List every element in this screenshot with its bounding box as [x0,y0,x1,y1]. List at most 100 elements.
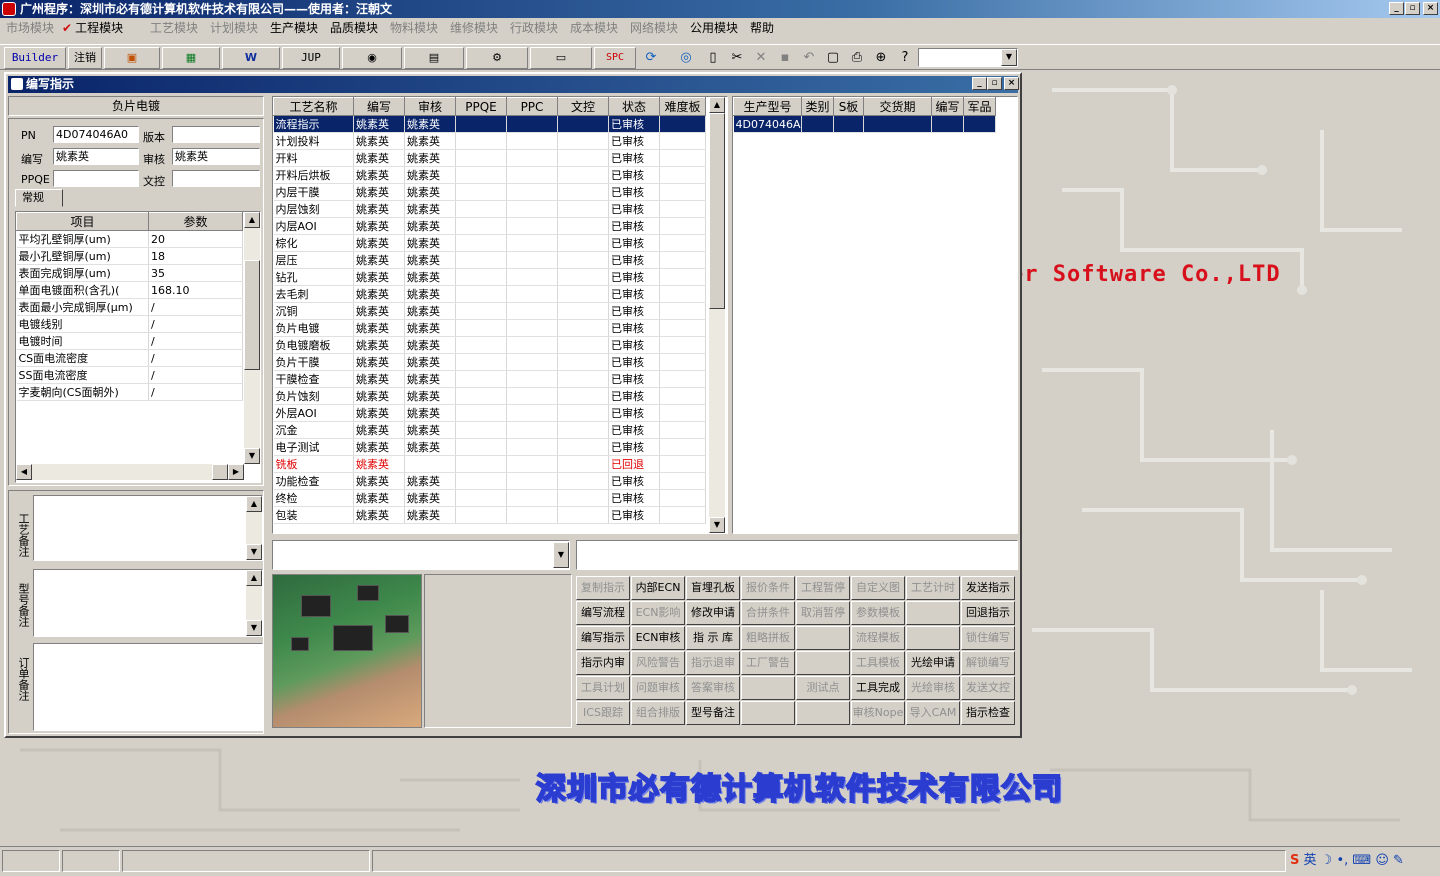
action-button-0-5[interactable]: 自定义图 [851,576,905,600]
excel-icon[interactable]: ▦ [162,47,220,69]
menu-item-5[interactable]: 品质模块 [330,20,378,36]
column-header[interactable]: 状态 [608,97,660,116]
table-row[interactable]: 功能检查 姚素英 姚素英 已审核 [273,472,706,490]
column-header[interactable]: 审核 [404,97,456,116]
action-button-2-5[interactable]: 流程模板 [851,626,905,650]
cut-icon[interactable]: ✂ [726,48,748,68]
table-row[interactable]: 表面最小完成铜厚(μm) / [16,298,243,316]
menu-item-6[interactable]: 物料模块 [390,20,438,36]
window-minimize-button[interactable]: _ [972,77,987,90]
menu-item-1[interactable]: ✔ 工程模块 [62,20,123,36]
scroll-down-icon[interactable]: ▼ [246,544,262,560]
table-row[interactable]: 棕化 姚素英 姚素英 已审核 [273,234,706,252]
action-button-0-6[interactable]: 工艺计时 [906,576,960,600]
action-button-4-1[interactable]: 问题审核 [631,676,685,700]
action-button-1-0[interactable]: 编写流程 [576,601,630,625]
chevron-down-icon[interactable]: ▼ [553,542,569,568]
scroll-up-icon[interactable]: ▲ [244,212,260,228]
writer-field[interactable]: 姚素英 [53,148,139,165]
table-row[interactable]: 字麦朝向(CS面朝外) / [16,383,243,401]
column-header[interactable]: 项目 [16,212,149,231]
action-button-3-5[interactable]: 工具模板 [851,651,905,675]
ime-tray[interactable]: S 英 ☽ •, ⌨ ☺ ✎ [1290,851,1438,871]
table-row[interactable]: 开料 姚素英 姚素英 已审核 [273,149,706,167]
action-button-4-5[interactable]: 工具完成 [851,676,905,700]
action-button-4-2[interactable]: 答案审核 [686,676,740,700]
user-icon[interactable]: ☺ [1375,853,1389,868]
action-button-5-4[interactable] [796,701,850,725]
table-row[interactable]: 钻孔 姚素英 姚素英 已审核 [273,268,706,286]
action-button-4-6[interactable]: 光绘审核 [906,676,960,700]
table-row[interactable]: 内层干膜 姚素英 姚素英 已审核 [273,183,706,201]
action-button-1-3[interactable]: 合拼条件 [741,601,795,625]
ppqe-field[interactable] [53,170,139,187]
table-row[interactable]: 负片电镀 姚素英 姚素英 已审核 [273,319,706,337]
table-row[interactable]: 电镀时间 / [16,332,243,350]
table-row[interactable]: 沉金 姚素英 姚素英 已审核 [273,421,706,439]
scroll-down-icon[interactable]: ▼ [709,517,725,533]
powerpoint-icon[interactable]: ▣ [104,47,160,69]
column-header[interactable]: 难度板 [659,97,706,116]
action-button-5-0[interactable]: ICS跟踪 [576,701,630,725]
scroll-right-icon[interactable]: ▶ [228,464,244,480]
print-icon[interactable]: ⎙ [846,48,868,68]
action-button-4-0[interactable]: 工具计划 [576,676,630,700]
menu-item-11[interactable]: 公用模块 [690,20,738,36]
action-button-3-3[interactable]: 工厂警告 [741,651,795,675]
minimize-button[interactable]: _ [1389,2,1404,15]
table-row[interactable]: 流程指示 姚素英 姚素英 已审核 [273,115,706,133]
process-combo[interactable]: ▼ [272,540,570,570]
table-row[interactable]: 内层AOI 姚素英 姚素英 已审核 [273,217,706,235]
globe-icon[interactable]: ◎ [675,48,697,68]
action-button-5-3[interactable] [741,701,795,725]
refresh-icon[interactable]: ⟳ [640,48,662,68]
version-field[interactable] [172,126,260,143]
table-row[interactable]: 干膜检查 姚素英 姚素英 已审核 [273,370,706,388]
table-row[interactable]: 负电镀磨板 姚素英 姚素英 已审核 [273,336,706,354]
action-button-0-4[interactable]: 工程暂停 [796,576,850,600]
word-icon[interactable]: W [222,47,280,69]
punctuation-icon[interactable]: •, [1336,853,1348,868]
action-button-2-3[interactable]: 粗略拼板 [741,626,795,650]
action-button-2-0[interactable]: 编写指示 [576,626,630,650]
column-header[interactable]: 文控 [557,97,609,116]
action-button-2-4[interactable] [796,626,850,650]
process-note-field[interactable]: ▲ ▼ [33,495,263,561]
action-button-0-0[interactable]: 复制指示 [576,576,630,600]
table-row[interactable]: 内层蚀刻 姚素英 姚素英 已审核 [273,200,706,218]
action-button-3-1[interactable]: 风险警告 [631,651,685,675]
table-row[interactable]: 开料后烘板 姚素英 姚素英 已审核 [273,166,706,184]
scroll-up-icon[interactable]: ▲ [709,97,725,113]
action-button-1-6[interactable] [906,601,960,625]
scroll-thumb[interactable] [709,113,725,309]
column-header[interactable]: 交货期 [863,97,932,116]
action-button-5-6[interactable]: 导入CAM [906,701,960,725]
action-button-1-5[interactable]: 参数模板 [851,601,905,625]
logout-button[interactable]: 注销 [68,47,102,69]
action-button-2-2[interactable]: 指 示 库 [686,626,740,650]
new-file-icon[interactable]: ▯ [702,48,724,68]
action-button-2-1[interactable]: ECN审核 [631,626,685,650]
computer-icon[interactable]: ▭ [530,47,592,69]
scroll-up-icon[interactable]: ▲ [246,570,262,586]
table-row[interactable]: 计划投料 姚素英 姚素英 已审核 [273,132,706,150]
window-maximize-button[interactable]: ▫ [987,77,1002,90]
action-button-5-1[interactable]: 组合排版 [631,701,685,725]
spc-button[interactable]: SPC [594,47,636,69]
sogou-icon[interactable]: S [1290,853,1299,868]
find-icon[interactable]: ⊕ [870,48,892,68]
model-note-field[interactable]: ▲ ▼ [33,569,263,637]
action-button-0-7[interactable]: 发送指示 [961,576,1015,600]
action-button-5-5[interactable]: 审核Nope [851,701,905,725]
reviewer-field[interactable]: 姚素英 [172,148,260,165]
database-icon[interactable]: ▤ [404,47,464,69]
toolbar-combo[interactable]: ▼ [918,48,1018,67]
menu-item-2[interactable]: 工艺模块 [150,20,198,36]
action-button-3-4[interactable] [796,651,850,675]
action-button-2-6[interactable] [906,626,960,650]
scroll-up-icon[interactable]: ▲ [246,496,262,512]
wrench-icon[interactable]: ✎ [1393,853,1404,868]
table-row[interactable]: 终检 姚素英 姚素英 已审核 [273,489,706,507]
moon-icon[interactable]: ☽ [1321,853,1333,868]
action-button-1-7[interactable]: 回退指示 [961,601,1015,625]
